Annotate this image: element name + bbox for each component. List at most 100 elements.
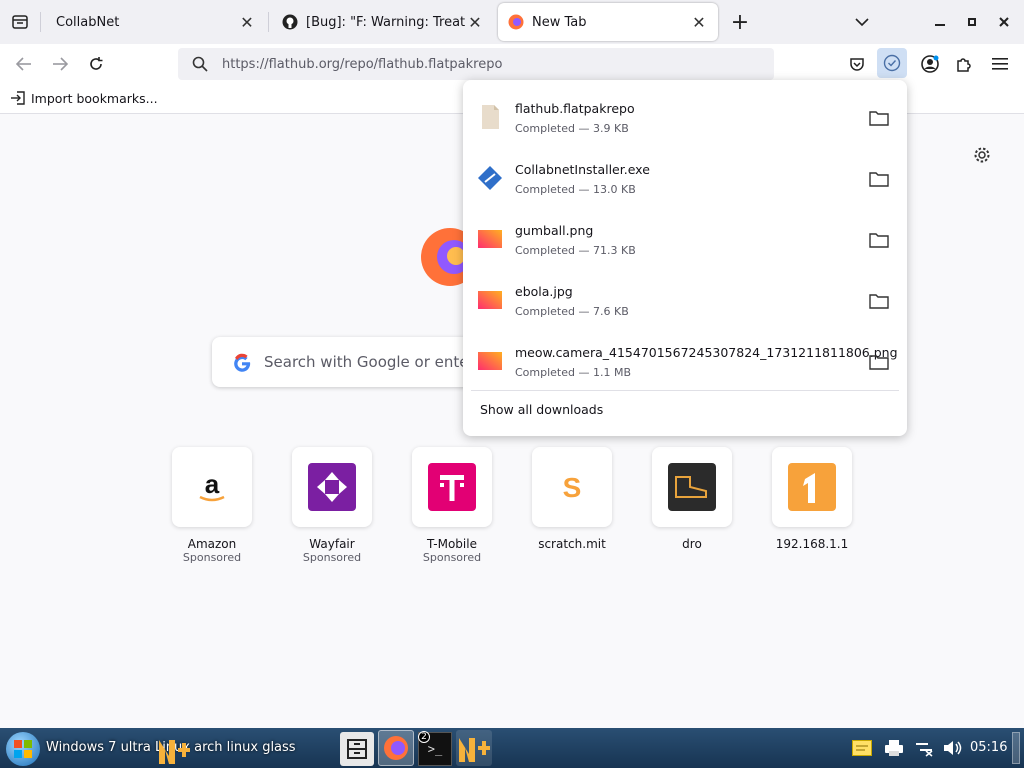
- close-window-button[interactable]: [994, 12, 1014, 32]
- download-status: Completed — 7.6 KB: [515, 305, 629, 318]
- top-site-label: T-Mobile: [427, 537, 477, 551]
- taskbar-firefox[interactable]: [378, 730, 414, 766]
- account-icon: [921, 55, 939, 73]
- hamburger-menu-icon: [992, 58, 1008, 70]
- account-button[interactable]: [918, 52, 942, 76]
- download-filename: meow.camera_4154701567245307824_17312118…: [515, 345, 898, 360]
- firefox-icon: [508, 14, 524, 30]
- taskbar-file-manager[interactable]: [340, 732, 374, 766]
- download-filename: gumball.png: [515, 223, 594, 238]
- tab-title: [Bug]: "F: Warning: Treating n: [306, 14, 466, 30]
- show-all-downloads-button[interactable]: Show all downloads: [480, 402, 603, 417]
- top-site-label: Wayfair: [309, 537, 355, 551]
- import-icon: [11, 91, 25, 105]
- nplus-app-icon: [159, 740, 190, 764]
- navigation-toolbar: https://flathub.org/repo/flathub.flatpak…: [0, 44, 1024, 84]
- close-icon[interactable]: ✕: [238, 13, 256, 32]
- tab-strip: CollabNet ✕ [Bug]: "F: Warning: Treating…: [0, 0, 1024, 44]
- import-bookmarks-label: Import bookmarks...: [31, 90, 158, 106]
- sponsored-label: Sponsored: [422, 551, 482, 564]
- pocket-icon: [850, 58, 864, 71]
- top-site-scratch[interactable]: S scratch.mit: [532, 447, 612, 551]
- folder-icon[interactable]: [869, 354, 889, 370]
- download-status: Completed — 1.1 MB: [515, 366, 632, 379]
- tab-separator: [40, 12, 41, 32]
- maximize-button[interactable]: [962, 12, 982, 32]
- svg-text:S: S: [563, 472, 582, 503]
- gear-icon: [974, 147, 990, 163]
- close-icon[interactable]: ✕: [690, 13, 708, 32]
- extensions-button[interactable]: [952, 52, 976, 76]
- tab-separator: [268, 12, 269, 32]
- puzzle-icon: [957, 58, 971, 72]
- chevron-down-icon: [855, 18, 869, 27]
- tray-network[interactable]: [914, 739, 934, 757]
- file-cabinet-icon: [347, 739, 367, 759]
- import-bookmarks-button[interactable]: Import bookmarks...: [10, 90, 158, 106]
- tray-volume[interactable]: [942, 739, 962, 757]
- top-site-dro[interactable]: dro: [652, 447, 732, 551]
- folder-icon[interactable]: [869, 232, 889, 248]
- downloads-panel: flathub.flatpakrepo Completed — 3.9 KB C…: [463, 80, 907, 436]
- download-item[interactable]: CollabnetInstaller.exe Completed — 13.0 …: [463, 145, 907, 206]
- amazon-icon: a: [199, 469, 225, 502]
- top-site-label: scratch.mit: [538, 537, 606, 551]
- reload-icon: [90, 57, 103, 70]
- download-item[interactable]: flathub.flatpakrepo Completed — 3.9 KB: [463, 84, 907, 145]
- forward-button[interactable]: [48, 52, 72, 76]
- taskbar-terminal[interactable]: >_ 2: [418, 731, 452, 766]
- svg-text:a: a: [205, 469, 220, 499]
- address-bar[interactable]: https://flathub.org/repo/flathub.flatpak…: [178, 48, 774, 80]
- clock[interactable]: 05:16: [970, 740, 1007, 755]
- window-count-badge: 2: [418, 731, 430, 743]
- tab-github-bug[interactable]: [Bug]: "F: Warning: Treating n ✕: [272, 3, 494, 41]
- download-filename: flathub.flatpakrepo: [515, 101, 635, 116]
- download-filename: ebola.jpg: [515, 284, 573, 299]
- download-filename: CollabnetInstaller.exe: [515, 162, 650, 177]
- tab-title: CollabNet: [56, 14, 120, 30]
- tray-printer[interactable]: [884, 739, 904, 757]
- show-desktop-button[interactable]: [1012, 732, 1020, 764]
- top-site-wayfair[interactable]: Wayfair Sponsored: [292, 447, 372, 564]
- downloads-button[interactable]: [877, 48, 907, 78]
- exe-icon: [478, 166, 502, 190]
- pocket-button[interactable]: [845, 52, 869, 76]
- tray-notes[interactable]: [852, 740, 872, 756]
- tab-new-tab[interactable]: New Tab ✕: [498, 3, 718, 41]
- download-item[interactable]: gumball.png Completed — 71.3 KB: [463, 206, 907, 267]
- tab-overview-button[interactable]: [8, 10, 32, 34]
- nplus-app-icon: [459, 738, 490, 762]
- new-tab-button[interactable]: +: [728, 9, 752, 35]
- network-disconnected-icon: [916, 743, 933, 757]
- taskbar-nplus[interactable]: [456, 730, 492, 766]
- minimize-button[interactable]: [930, 12, 950, 32]
- panel-divider: [471, 390, 899, 391]
- github-icon: [282, 14, 298, 30]
- taskbar-app-logo[interactable]: [156, 732, 190, 766]
- reload-button[interactable]: [84, 52, 108, 76]
- app-menu-button[interactable]: [988, 52, 1012, 76]
- top-site-amazon[interactable]: a Amazon Sponsored: [172, 447, 252, 564]
- start-button[interactable]: [6, 732, 40, 766]
- sticky-note-icon: [856, 745, 868, 751]
- os-taskbar: Windows 7 ultra Linux arch linux glass >…: [0, 728, 1024, 768]
- arrow-left-icon: [16, 57, 31, 71]
- scratch-icon: S: [563, 472, 582, 503]
- download-item[interactable]: ebola.jpg Completed — 7.6 KB: [463, 267, 907, 328]
- url-text[interactable]: https://flathub.org/repo/flathub.flatpak…: [222, 57, 502, 72]
- top-site-router[interactable]: 192.168.1.1: [772, 447, 852, 551]
- download-complete-icon: [883, 54, 901, 72]
- back-button[interactable]: [12, 52, 36, 76]
- folder-icon[interactable]: [869, 110, 889, 126]
- folder-icon[interactable]: [869, 171, 889, 187]
- plus-icon: +: [730, 9, 750, 35]
- download-status: Completed — 13.0 KB: [515, 183, 636, 196]
- list-all-tabs-button[interactable]: [850, 10, 874, 34]
- download-item[interactable]: meow.camera_4154701567245307824_17312118…: [463, 328, 907, 389]
- folder-icon[interactable]: [869, 293, 889, 309]
- close-icon[interactable]: ✕: [466, 13, 484, 32]
- tab-collabnet[interactable]: CollabNet ✕: [46, 3, 266, 41]
- top-site-t-mobile[interactable]: T-Mobile Sponsored: [412, 447, 492, 564]
- personalize-button[interactable]: [972, 145, 994, 167]
- boot-icon: [668, 463, 716, 511]
